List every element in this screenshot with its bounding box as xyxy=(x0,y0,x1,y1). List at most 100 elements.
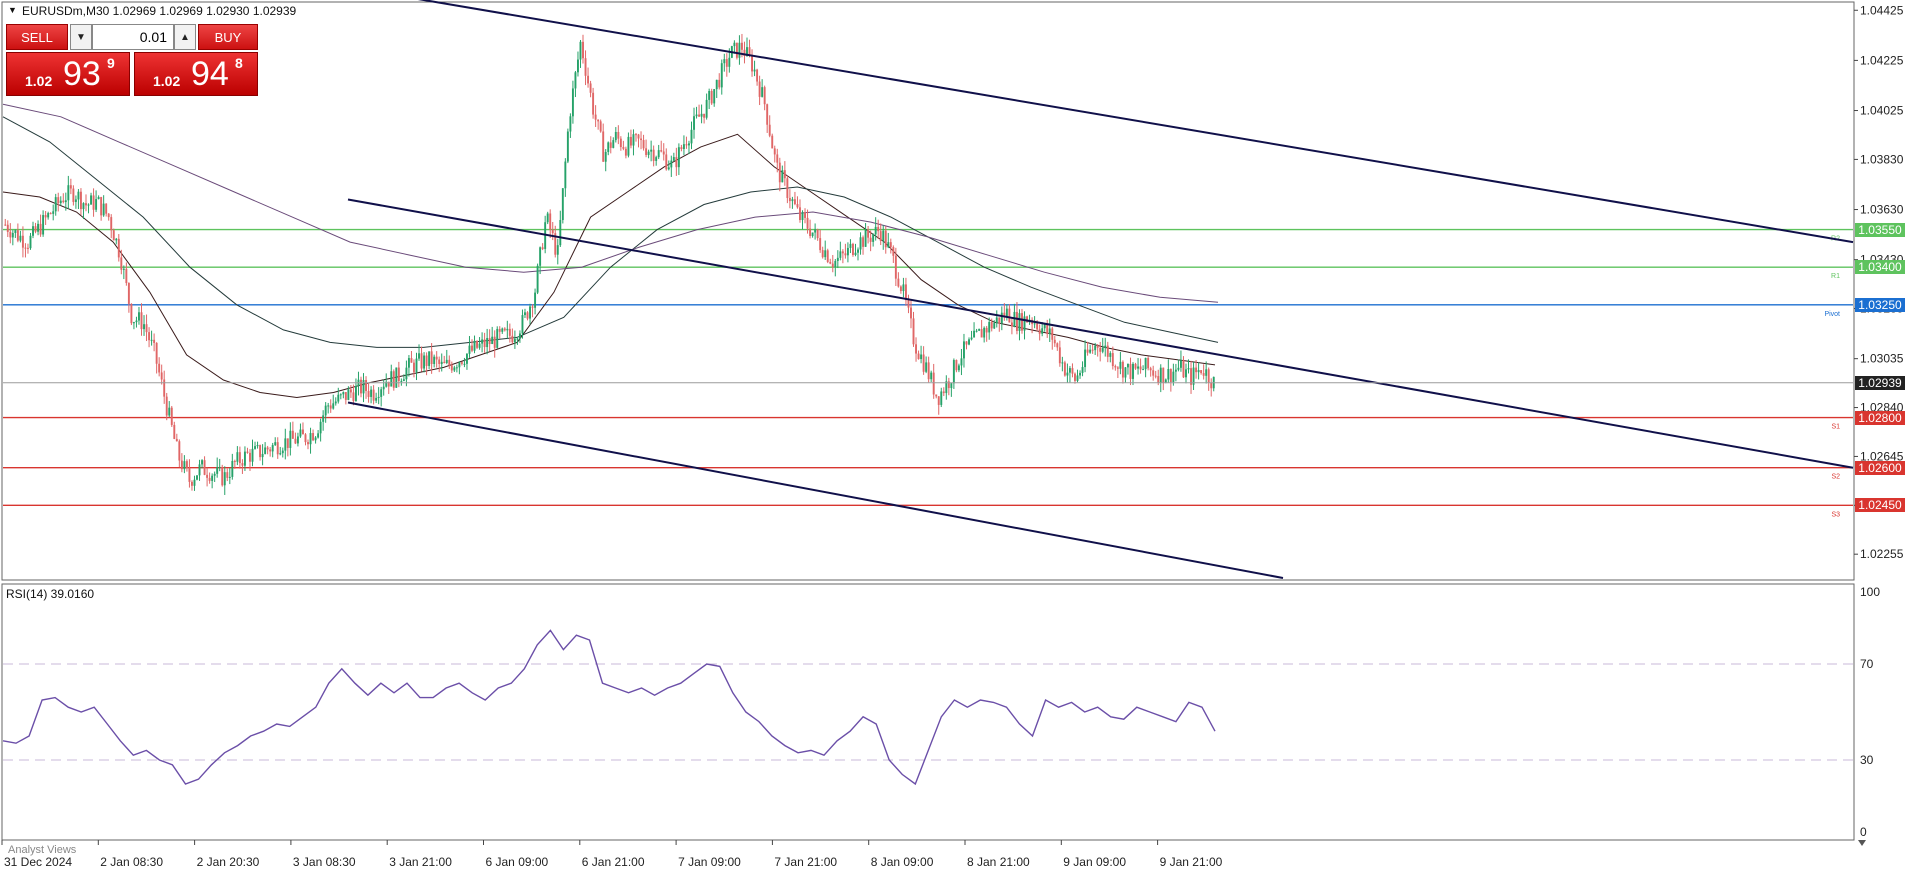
buy-button[interactable]: BUY xyxy=(198,24,258,50)
candle-body xyxy=(564,161,567,189)
candle-body xyxy=(1152,370,1155,376)
candle-body xyxy=(1018,313,1021,331)
candle-body xyxy=(983,327,986,338)
candle-body xyxy=(1033,323,1036,325)
candle-body xyxy=(317,433,320,438)
candle-body xyxy=(413,362,415,373)
candle-body xyxy=(488,337,491,345)
candle-body xyxy=(849,243,852,248)
lot-size-input[interactable] xyxy=(92,24,174,50)
candle-body xyxy=(973,330,976,338)
candle-body xyxy=(834,260,837,267)
candle-body xyxy=(1071,368,1074,374)
chart-canvas[interactable]: R2R1PivotS1S2S3 1.044251.042251.040251.0… xyxy=(0,0,1916,874)
candle-body xyxy=(1169,369,1172,383)
candle-body xyxy=(559,220,562,246)
candle-body xyxy=(963,341,965,359)
candle-body xyxy=(677,147,680,168)
candle-body xyxy=(491,336,494,345)
candle-body xyxy=(264,447,267,454)
candle-body xyxy=(402,379,405,381)
rsi-tick-3: 0 xyxy=(1860,825,1867,839)
candle-body xyxy=(377,396,380,398)
candle-body xyxy=(415,358,418,373)
candle-body xyxy=(90,195,93,205)
candle-body xyxy=(791,199,794,202)
candle-body xyxy=(102,203,105,216)
candle-body xyxy=(266,447,269,450)
candle-body xyxy=(135,320,138,323)
candle-body xyxy=(609,142,612,148)
candle-body xyxy=(597,119,600,122)
candle-body xyxy=(844,253,847,256)
candle-body xyxy=(690,129,693,144)
candle-body xyxy=(693,116,695,130)
candle-body xyxy=(627,136,630,156)
candle-body xyxy=(574,72,577,89)
candle-body xyxy=(882,230,885,241)
candle-body xyxy=(163,379,166,397)
candle-body xyxy=(960,358,963,366)
analyst-views-tab[interactable]: Analyst Views xyxy=(8,844,76,856)
candle-body xyxy=(1089,349,1092,353)
candle-body xyxy=(1099,347,1102,352)
candle-body xyxy=(243,451,246,466)
candle-body xyxy=(506,328,509,331)
candle-body xyxy=(107,213,110,218)
candle-body xyxy=(365,379,367,391)
candle-body xyxy=(286,438,289,448)
candle-body xyxy=(766,104,769,125)
candle-body xyxy=(1119,361,1122,369)
x-tick-label-1: 2 Jan 08:30 xyxy=(100,855,163,869)
candle-body xyxy=(862,237,865,247)
candle-body xyxy=(425,355,428,366)
x-tick-label-8: 7 Jan 21:00 xyxy=(774,855,837,869)
candle-body xyxy=(884,230,887,248)
candle-body xyxy=(561,188,564,221)
candle-body xyxy=(912,318,915,345)
candle-body xyxy=(354,386,357,401)
candle-body xyxy=(733,42,736,47)
lot-increase-button[interactable]: ▲ xyxy=(174,24,196,50)
candle-body xyxy=(77,191,80,200)
candle-body xyxy=(546,213,549,223)
candle-body xyxy=(680,147,683,150)
candle-body xyxy=(52,211,55,214)
sell-button[interactable]: SELL xyxy=(6,24,68,50)
candle-body xyxy=(874,226,877,235)
candle-body xyxy=(899,286,902,292)
candle-body xyxy=(975,330,978,332)
candle-body xyxy=(950,383,953,389)
candle-body xyxy=(138,312,140,321)
buy-price-button[interactable]: 1.02 94 8 xyxy=(134,52,258,96)
candle-body xyxy=(1167,369,1170,380)
candle-body xyxy=(968,339,970,345)
level-badge-4: 1.02600 xyxy=(1855,460,1905,475)
candle-body xyxy=(925,362,928,372)
candle-body xyxy=(87,204,90,206)
candle-body xyxy=(841,251,844,254)
candle-body xyxy=(57,197,60,204)
candle-body xyxy=(34,226,37,232)
candle-body xyxy=(917,353,920,360)
candle-body xyxy=(1177,367,1180,370)
sell-price-button[interactable]: 1.02 93 9 xyxy=(6,52,130,96)
candle-body xyxy=(1126,363,1129,368)
arrow-down-icon: ▼ xyxy=(8,5,17,15)
candle-body xyxy=(539,247,542,266)
candle-body xyxy=(1038,329,1041,334)
candle-body xyxy=(1114,366,1117,368)
candle-body xyxy=(206,474,209,478)
candle-body xyxy=(1015,311,1018,331)
candle-body xyxy=(175,438,178,442)
candle-body xyxy=(776,154,779,163)
lot-decrease-button[interactable]: ▼ xyxy=(70,24,92,50)
candle-body xyxy=(804,212,806,218)
candle-body xyxy=(150,339,153,341)
candle-body xyxy=(1084,349,1087,368)
candle-body xyxy=(249,452,251,462)
candle-body xyxy=(864,229,867,247)
candle-body xyxy=(685,144,688,146)
candle-body xyxy=(14,230,17,233)
candle-body xyxy=(1142,369,1145,371)
